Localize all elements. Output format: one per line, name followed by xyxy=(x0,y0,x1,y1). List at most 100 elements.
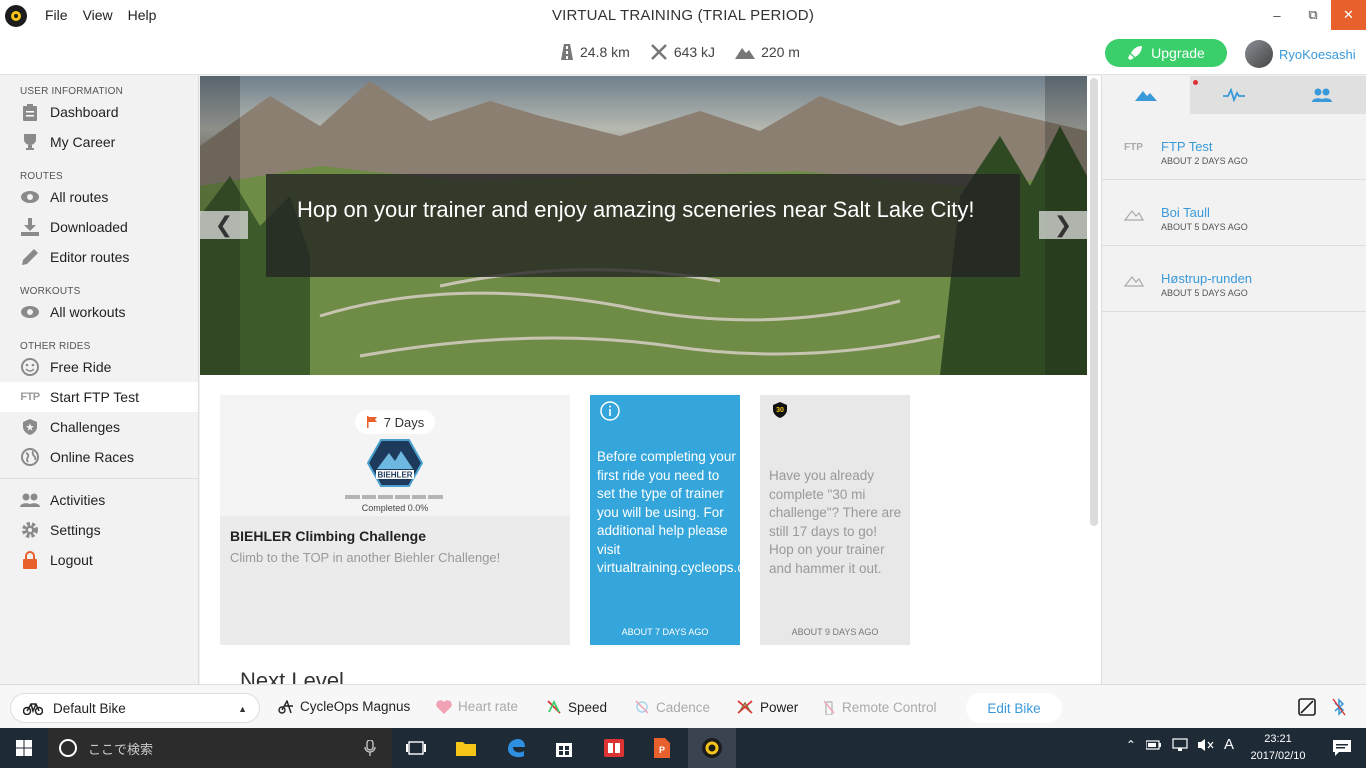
sidebar-item-dashboard[interactable]: Dashboard xyxy=(0,97,198,127)
challenge-subtitle: Climb to the TOP in another Biehler Chal… xyxy=(230,550,501,565)
sidebar-item-my-career[interactable]: My Career xyxy=(0,127,198,157)
challenge-card[interactable]: 7 Days BIEHLER Completed 0.0% BIEHLER Cl… xyxy=(220,395,570,645)
menu-help[interactable]: Help xyxy=(128,7,157,23)
remote-control[interactable]: Remote Control xyxy=(822,699,937,715)
sidebar-item-editor-routes[interactable]: Editor routes xyxy=(0,242,198,272)
bike-select[interactable]: Default Bike ▲ xyxy=(10,693,260,723)
taskbar-search[interactable]: ここで検索 xyxy=(48,728,392,768)
sidebar-item-free-ride[interactable]: Free Ride xyxy=(0,352,198,382)
fork-knife-icon xyxy=(650,44,667,60)
volume-muted-icon[interactable] xyxy=(1197,738,1214,752)
sidebar-item-all-routes[interactable]: All routes xyxy=(0,182,198,212)
power-icon xyxy=(737,700,753,714)
tab-friends[interactable] xyxy=(1278,76,1366,114)
mountain-outline-icon xyxy=(1124,276,1144,287)
tab-routes[interactable] xyxy=(1102,76,1190,114)
main-scrollbar[interactable] xyxy=(1087,76,1101,684)
taskbar-app-orange[interactable]: P xyxy=(638,728,686,768)
activity-name[interactable]: FTP Test xyxy=(1161,139,1213,154)
document-icon: P xyxy=(654,738,670,758)
taskbar-app-red[interactable] xyxy=(590,728,638,768)
info-card-text: Before completing your first ride you ne… xyxy=(597,449,767,575)
chevron-down-icon: ▲ xyxy=(238,704,247,714)
info-icon xyxy=(600,401,620,421)
task-view-button[interactable] xyxy=(392,728,440,768)
bluetooth-icon[interactable] xyxy=(1328,696,1350,718)
sidebar-item-activities[interactable]: Activities xyxy=(0,485,198,515)
carousel-next-button[interactable]: ❯ xyxy=(1039,211,1087,239)
mountain-icon xyxy=(1135,91,1157,101)
sidebar-item-start-ftp-test[interactable]: FTP Start FTP Test xyxy=(0,382,198,412)
menu-view[interactable]: View xyxy=(83,7,113,23)
mountain-icon xyxy=(735,48,756,59)
trophy-icon xyxy=(20,132,40,152)
battery-icon[interactable] xyxy=(1145,739,1162,750)
network-icon[interactable] xyxy=(1172,737,1188,752)
challenge-reminder-text: Have you already complete "30 mi challen… xyxy=(769,468,902,576)
thirty-mi-challenge-card[interactable]: 30 Have you already complete "30 mi chal… xyxy=(760,395,910,645)
activity-item[interactable]: FTP FTP Test ABOUT 2 DAYS AGO xyxy=(1102,114,1366,180)
upgrade-button[interactable]: Upgrade xyxy=(1105,39,1227,67)
sidebar-item-logout[interactable]: Logout xyxy=(0,545,198,575)
microphone-icon xyxy=(364,740,376,756)
taskbar-store[interactable] xyxy=(540,728,588,768)
challenge-progress-text: Completed 0.0% xyxy=(361,503,429,513)
challenge-title: BIEHLER Climbing Challenge xyxy=(230,528,427,544)
hero-caption: Hop on your trainer and enjoy amazing sc… xyxy=(266,174,1020,277)
sidebar-item-all-workouts[interactable]: All workouts xyxy=(0,297,198,327)
title-bar: File View Help VIRTUAL TRAINING (TRIAL P… xyxy=(0,0,1366,75)
menu-file[interactable]: File xyxy=(45,7,68,23)
notification-icon xyxy=(1333,740,1351,756)
speed-sensor[interactable]: Speed xyxy=(546,699,607,715)
trainer-icon xyxy=(278,699,293,714)
store-icon xyxy=(556,743,572,757)
activity-item[interactable]: Boi Taull ABOUT 5 DAYS AGO xyxy=(1102,180,1366,246)
taskbar-explorer[interactable] xyxy=(442,728,490,768)
tab-workouts[interactable] xyxy=(1190,76,1278,114)
device-settings-icon[interactable] xyxy=(1296,696,1318,718)
main-content: Hop on your trainer and enjoy amazing sc… xyxy=(200,76,1087,684)
download-icon xyxy=(20,217,40,237)
action-center-button[interactable] xyxy=(1318,728,1366,768)
scrollbar-thumb[interactable] xyxy=(1090,78,1098,526)
taskbar-virtual-training[interactable] xyxy=(688,728,736,768)
system-tray: ⌃ A xyxy=(1126,736,1234,753)
power-sensor[interactable]: Power xyxy=(736,699,798,715)
ride-stats: 24.8 km 643 kJ 220 m xyxy=(560,43,820,61)
activity-item[interactable]: Høstrup-runden ABOUT 5 DAYS AGO xyxy=(1102,246,1366,312)
minimize-button[interactable]: – xyxy=(1259,0,1295,30)
people-icon xyxy=(1312,88,1332,102)
rocket-icon xyxy=(1128,46,1143,60)
pulse-icon xyxy=(1223,88,1245,102)
taskbar-edge[interactable] xyxy=(492,728,540,768)
globe-icon xyxy=(20,447,40,467)
activity-name[interactable]: Boi Taull xyxy=(1161,205,1210,220)
maximize-button[interactable]: ⧉ xyxy=(1295,0,1331,30)
heart-rate-sensor[interactable]: Heart rate xyxy=(436,699,518,714)
cadence-icon xyxy=(635,700,649,714)
cadence-sensor[interactable]: Cadence xyxy=(634,699,710,715)
chevron-up-icon[interactable]: ⌃ xyxy=(1126,738,1136,752)
close-button[interactable]: ✕ xyxy=(1331,0,1366,30)
gear-icon xyxy=(20,520,40,540)
sidebar-item-downloaded[interactable]: Downloaded xyxy=(0,212,198,242)
start-button[interactable] xyxy=(0,728,48,768)
sidebar-item-challenges[interactable]: Challenges xyxy=(0,412,198,442)
activity-tabs xyxy=(1102,76,1366,114)
info-card[interactable]: Before completing your first ride you ne… xyxy=(590,395,767,645)
taskbar-clock[interactable]: 23:21 2017/02/10 xyxy=(1248,731,1308,765)
notification-dot xyxy=(1193,80,1198,85)
sidebar-item-online-races[interactable]: Online Races xyxy=(0,442,198,472)
edit-bike-button[interactable]: Edit Bike xyxy=(966,693,1062,723)
section-other-rides: OTHER RIDES xyxy=(20,341,91,352)
activity-name[interactable]: Høstrup-runden xyxy=(1161,271,1252,286)
distance-stat: 24.8 km xyxy=(560,44,630,60)
svg-text:P: P xyxy=(659,745,665,755)
folder-icon xyxy=(456,742,476,756)
sidebar-item-settings[interactable]: Settings xyxy=(0,515,198,545)
task-view-icon xyxy=(406,741,426,755)
carousel-prev-button[interactable]: ❮ xyxy=(200,211,248,239)
ime-indicator[interactable]: A xyxy=(1224,736,1234,753)
user-profile[interactable]: RyoKoesashi xyxy=(1245,40,1356,68)
trainer-device[interactable]: CycleOps Magnus xyxy=(278,699,410,714)
